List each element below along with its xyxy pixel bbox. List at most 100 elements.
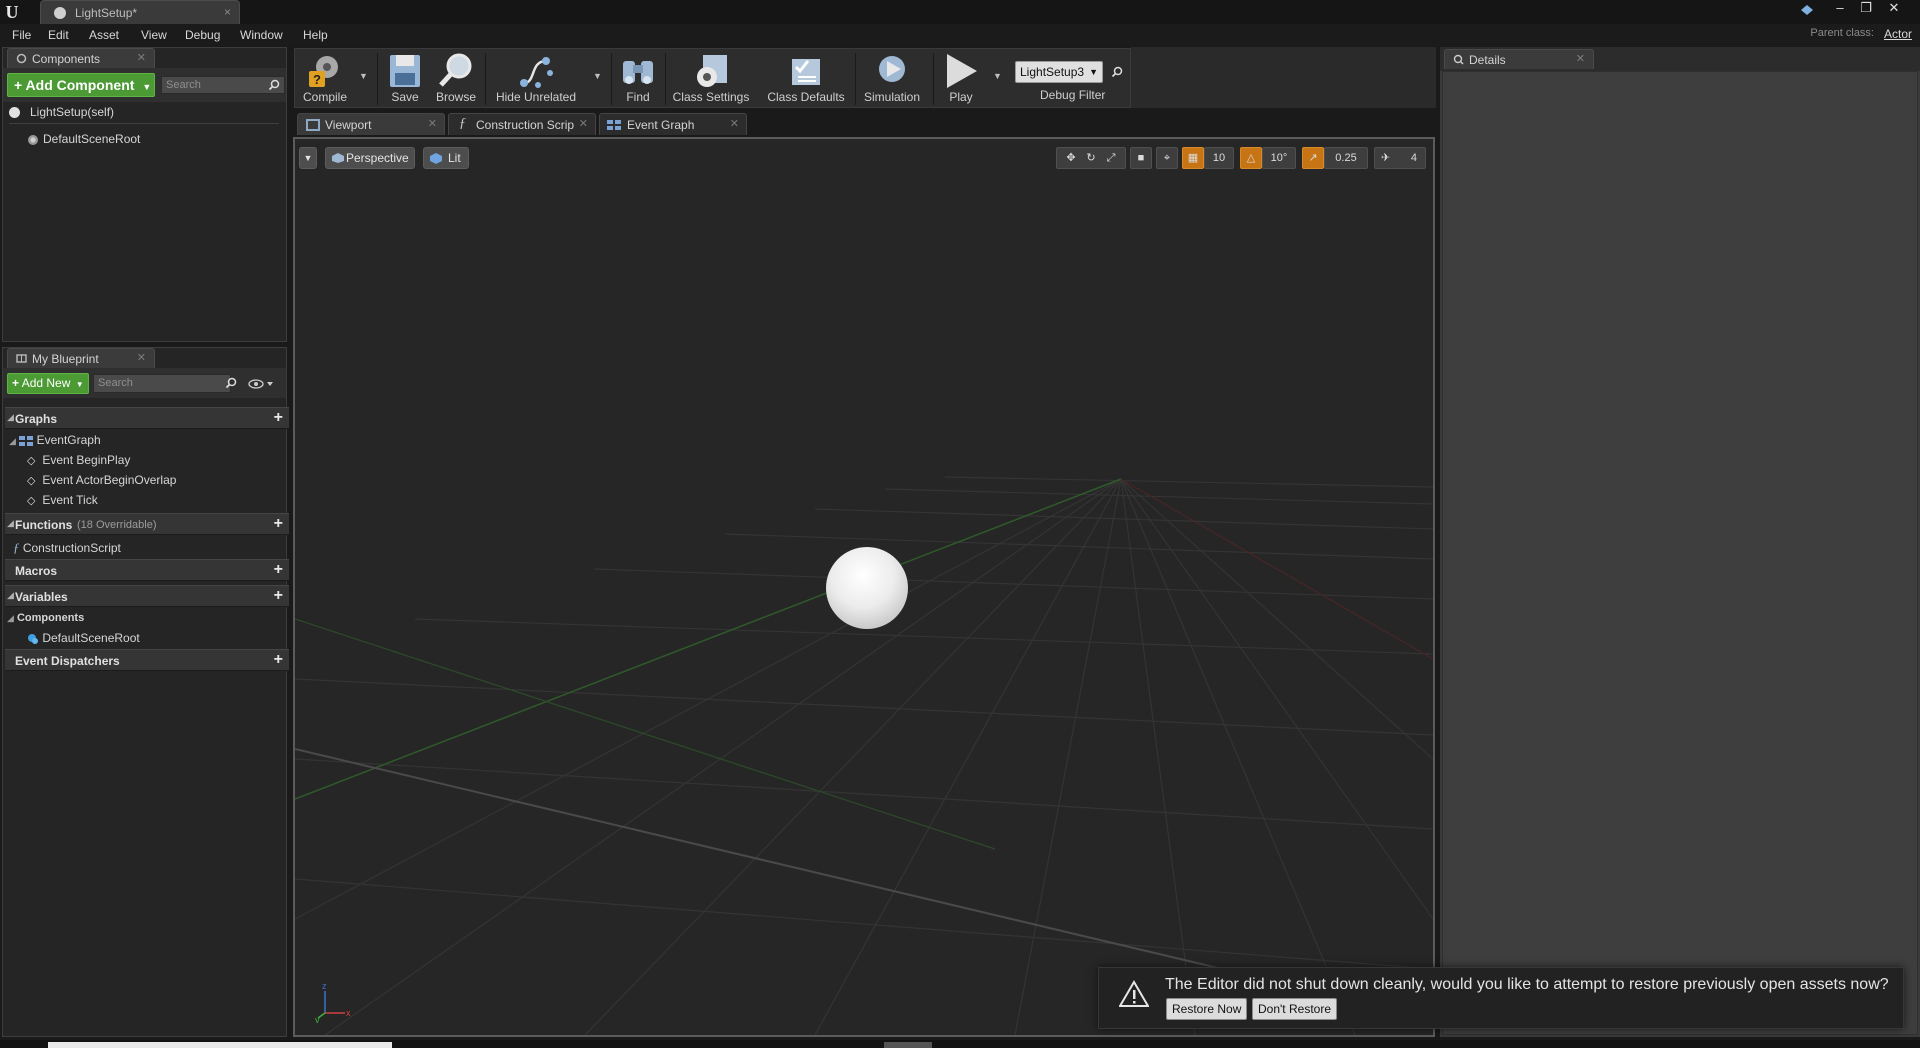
graph-item-eventgraph[interactable]: ◢ EventGraph [9, 433, 101, 447]
close-details-icon[interactable]: ✕ [1576, 52, 1585, 65]
unreal-logo-icon[interactable]: U [2, 2, 22, 22]
view-options-eye-icon[interactable] [248, 378, 274, 390]
section-variables[interactable]: ◢ Variables + [5, 585, 289, 607]
play-options-chevron-icon[interactable]: ▼ [993, 71, 1002, 81]
menu-asset[interactable]: Asset [89, 28, 119, 42]
minimize-button[interactable]: – [1826, 0, 1854, 18]
component-item-root[interactable]: DefaultSceneRoot [27, 132, 140, 146]
rotation-snap-value[interactable]: 10° [1262, 147, 1296, 169]
tab-construction-script[interactable]: ƒ Construction Scrip ✕ [448, 113, 596, 135]
menu-window[interactable]: Window [240, 28, 283, 42]
hide-unrelated-button[interactable]: Hide Unrelated [489, 51, 583, 107]
rotation-snap-icon: △ [1246, 152, 1256, 164]
blueprint-search-input[interactable]: Search [93, 374, 231, 393]
tab-viewport[interactable]: Viewport ✕ [297, 113, 445, 135]
class-defaults-button[interactable]: Class Defaults [763, 51, 849, 107]
close-tab-icon[interactable]: × [224, 5, 231, 19]
add-function-button[interactable]: + [274, 516, 283, 532]
debug-search-icon[interactable] [1111, 66, 1123, 78]
perspective-button[interactable]: Perspective [325, 147, 415, 169]
event-item-actorbeginoverlap[interactable]: ◇ Event ActorBeginOverlap [27, 473, 176, 487]
menu-file[interactable]: File [12, 28, 31, 42]
restore-now-button[interactable]: Restore Now [1166, 998, 1248, 1020]
scale-tool-icon[interactable]: ⤢ [1101, 148, 1121, 168]
tab-my-blueprint[interactable]: My Blueprint ✕ [7, 348, 155, 368]
close-components-icon[interactable]: ✕ [137, 51, 146, 64]
event-item-beginplay[interactable]: ◇ Event BeginPlay [27, 453, 130, 467]
function-item-constructionscript[interactable]: ƒ ConstructionScript [13, 540, 121, 556]
search-icon[interactable] [268, 79, 280, 91]
section-event-dispatchers[interactable]: Event Dispatchers + [5, 649, 289, 671]
close-event-graph-tab-icon[interactable]: ✕ [730, 117, 739, 130]
title-bar: U LightSetup* × – ❐ ✕ [0, 0, 1920, 24]
compile-options-chevron-icon[interactable]: ▼ [359, 71, 368, 81]
variable-item-defaultsceneroot[interactable]: DefaultSceneRoot [27, 631, 140, 645]
rotate-tool-icon[interactable]: ↻ [1081, 148, 1101, 168]
my-blueprint-toolbar: + Add New ▼ Search [3, 368, 286, 398]
menu-debug[interactable]: Debug [185, 28, 220, 42]
add-variable-button[interactable]: + [274, 588, 283, 604]
class-settings-button[interactable]: Class Settings [669, 51, 753, 107]
coordinate-system-button[interactable]: ■ [1130, 147, 1152, 169]
rotation-snap-toggle[interactable]: △ [1240, 147, 1262, 169]
translate-tool-icon[interactable]: ✥ [1061, 148, 1081, 168]
document-tab[interactable]: LightSetup* × [40, 0, 240, 24]
add-component-button[interactable]: + Add Component ▼ [7, 73, 155, 97]
debug-object-dropdown[interactable]: LightSetup3 ▼ [1015, 61, 1103, 83]
tab-event-graph[interactable]: Event Graph ✕ [599, 113, 747, 135]
maximize-button[interactable]: ❐ [1852, 0, 1880, 18]
add-dispatcher-button[interactable]: + [274, 652, 283, 668]
search-icon[interactable] [225, 377, 237, 389]
compile-gear-icon: ? [309, 56, 338, 87]
add-new-button[interactable]: + Add New ▼ [7, 373, 89, 394]
close-viewport-tab-icon[interactable]: ✕ [428, 117, 437, 130]
components-search-input[interactable]: Search [161, 76, 285, 94]
component-item-self[interactable]: LightSetup(self) [9, 105, 114, 119]
grid-snap-icon: ▦ [1187, 152, 1199, 164]
play-button[interactable]: Play [937, 51, 985, 107]
svg-text:y: y [315, 1015, 320, 1023]
browse-button[interactable]: Browse [431, 51, 481, 107]
compile-button[interactable]: ? Compile [297, 51, 353, 107]
menu-edit[interactable]: Edit [48, 28, 69, 42]
menu-help[interactable]: Help [303, 28, 328, 42]
sphere-preview-mesh[interactable] [826, 547, 908, 629]
viewport-3d[interactable]: ▼ Perspective Lit ✥ ↻ ⤢ ■ ⌖ ▦ 10 △ 10° ↗ 0… [293, 137, 1435, 1037]
event-item-tick[interactable]: ◇ Event Tick [27, 493, 98, 507]
section-macros[interactable]: Macros + [5, 559, 289, 581]
save-label: Save [391, 90, 419, 104]
close-my-blueprint-icon[interactable]: ✕ [137, 351, 146, 364]
taskbar-item[interactable] [884, 1042, 932, 1048]
menu-view[interactable]: View [141, 28, 167, 42]
lit-view-mode-button[interactable]: Lit [423, 147, 469, 169]
grid-snap-value[interactable]: 10 [1204, 147, 1234, 169]
simulation-button[interactable]: Simulation [859, 51, 925, 107]
taskbar-highlight [48, 1042, 392, 1048]
viewport-options-button[interactable]: ▼ [299, 147, 317, 169]
scale-snap-toggle[interactable]: ↗ [1302, 147, 1324, 169]
variables-components-category[interactable]: ◢ Components [7, 612, 84, 624]
save-button[interactable]: Save [381, 51, 429, 107]
close-window-button[interactable]: ✕ [1880, 0, 1908, 18]
camera-speed-button[interactable]: ✈ 4 [1374, 147, 1426, 169]
find-button[interactable]: Find [615, 51, 661, 107]
add-graph-button[interactable]: + [274, 410, 283, 426]
tab-components[interactable]: Components ✕ [7, 48, 155, 68]
section-graphs[interactable]: ◢ Graphs + [5, 407, 289, 429]
grid-snap-toggle[interactable]: ▦ [1182, 147, 1204, 169]
taskbar-strip [0, 1040, 1920, 1048]
tab-details[interactable]: Details ✕ [1444, 49, 1594, 69]
close-construction-tab-icon[interactable]: ✕ [579, 117, 588, 130]
surface-snapping-button[interactable]: ⌖ [1156, 147, 1178, 169]
notification-message: The Editor did not shut down cleanly, wo… [1165, 976, 1889, 993]
source-control-icon[interactable] [1800, 3, 1814, 17]
details-magnifier-icon [1453, 54, 1464, 65]
perspective-cube-icon [332, 153, 344, 163]
section-functions[interactable]: ◢ Functions (18 Overridable) + [5, 513, 289, 535]
hide-unrelated-chevron-icon[interactable]: ▼ [593, 71, 602, 81]
add-macro-button[interactable]: + [274, 562, 283, 578]
scale-snap-value[interactable]: 0.25 [1324, 147, 1368, 169]
dont-restore-button[interactable]: Don't Restore [1252, 998, 1337, 1020]
event-graph-icon [19, 435, 34, 447]
parent-class-link[interactable]: Actor [1884, 27, 1912, 41]
